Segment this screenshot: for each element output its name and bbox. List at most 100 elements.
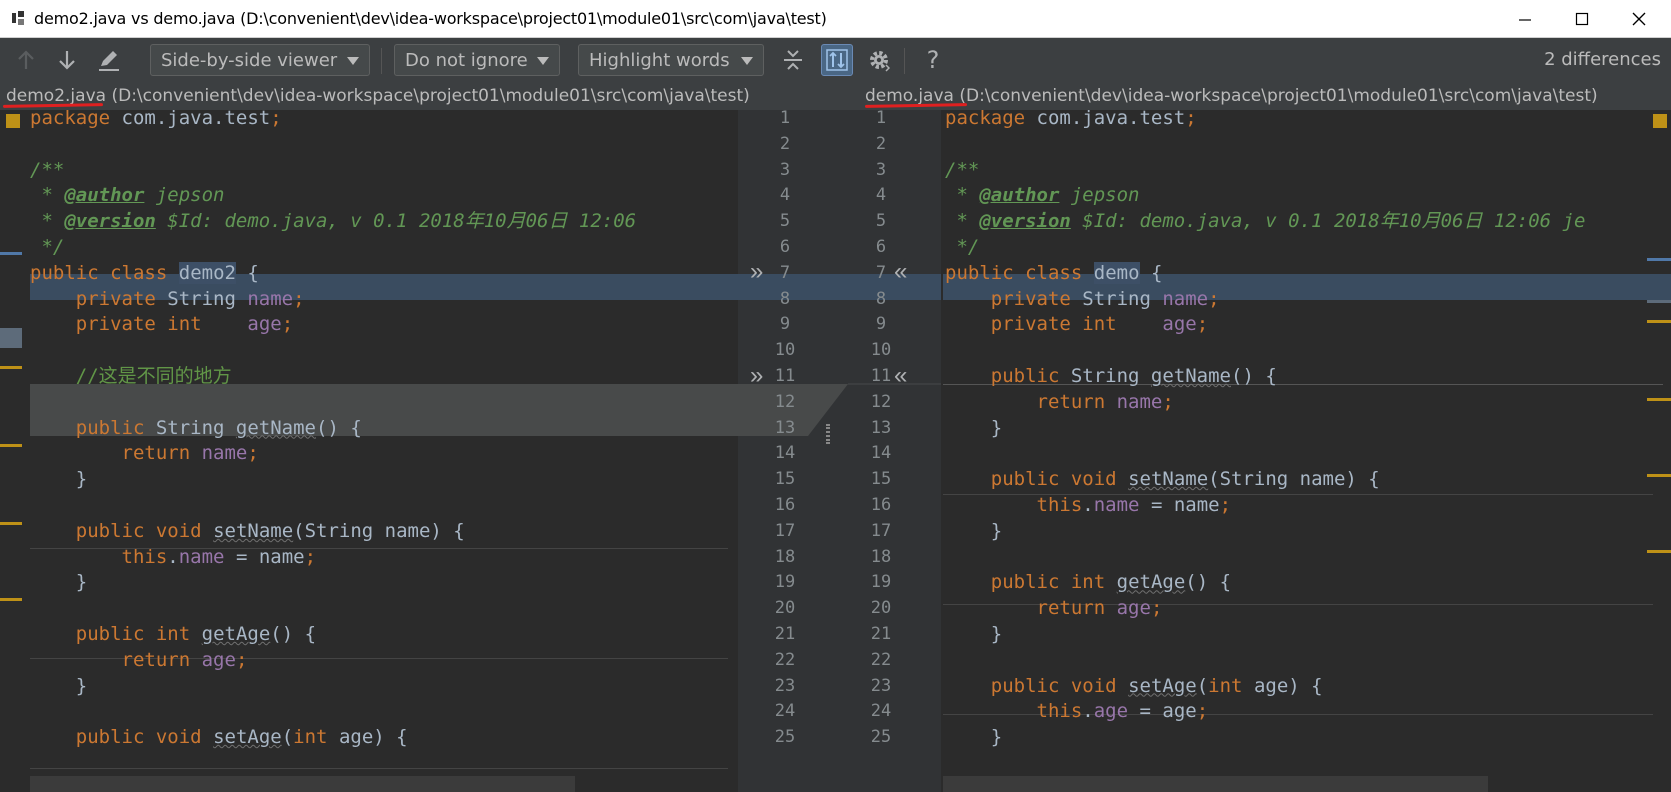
code-line[interactable]: } [30,569,87,595]
line-number: 11 [774,366,796,386]
line-number: 15 [870,469,892,490]
left-scroll-thumb[interactable] [0,328,22,348]
warning-marker[interactable] [1653,114,1667,128]
code-line[interactable]: } [945,621,1002,647]
code-line[interactable]: } [945,415,1002,441]
minimize-icon [1519,19,1531,21]
viewer-mode-label: Side-by-side viewer [161,49,338,71]
line-number: 8 [779,288,791,309]
code-line[interactable]: public class demo { [945,260,1162,286]
code-line[interactable]: public void setAge(int age) { [945,673,1323,699]
edit-source-button[interactable] [95,46,123,74]
window-title-bar[interactable]: demo2.java vs demo.java (D:\convenient\d… [0,0,1671,38]
splitter-handle[interactable] [826,424,830,444]
line-number: 14 [870,443,892,464]
code-line[interactable]: public void setAge(int age) { [30,724,408,750]
left-change-marker[interactable] [0,522,22,525]
code-line[interactable]: */ [30,234,64,260]
code-line[interactable]: return age; [945,595,1163,621]
left-change-marker[interactable] [0,598,22,601]
line-number: 23 [774,675,796,696]
code-line[interactable]: * @version $Id: demo.java, v 0.1 2018年10… [945,208,1585,234]
line-number: 5 [779,211,791,232]
left-change-marker[interactable] [0,252,22,255]
code-line[interactable]: public void setName(String name) { [945,466,1380,492]
highlight-mode-label: Highlight words [589,49,730,71]
line-number: 5 [875,211,887,232]
left-editor[interactable]: package com.java.test; /** * @author jeps… [0,110,738,792]
line-number: 17 [870,520,892,541]
apply-right-to-left-button[interactable]: « [894,258,907,286]
code-line[interactable]: private int age; [945,311,1208,337]
double-chevron-left-icon: « [894,258,908,285]
code-line[interactable]: * @author jepson [945,182,1139,208]
right-change-marker[interactable] [1647,258,1671,261]
code-line[interactable]: //这是不同的地方 [30,363,232,389]
line-number: 24 [870,701,892,722]
difference-count: 2 differences [1544,49,1661,70]
gear-icon [870,51,891,72]
code-line[interactable]: this.name = name; [945,492,1232,518]
code-line[interactable]: public String getName() { [945,363,1277,389]
settings-button[interactable] [865,46,893,74]
left-change-marker[interactable] [0,444,22,447]
apply-right-to-left-button[interactable]: « [894,362,907,390]
code-line[interactable]: this.age = age; [945,698,1209,724]
viewer-mode-dropdown[interactable]: Side-by-side viewer [150,44,370,76]
code-line[interactable]: public int getAge() { [30,621,316,647]
left-file-header: demo2.java (D:\convenient\dev\idea-works… [6,86,750,106]
code-line[interactable]: return age; [30,647,248,673]
warning-marker[interactable] [6,114,20,128]
previous-difference-button[interactable] [12,46,40,74]
apply-left-to-right-button[interactable]: » [750,362,763,390]
line-number: 15 [774,469,796,490]
code-line[interactable]: package com.java.test; [945,110,1197,131]
highlight-mode-dropdown[interactable]: Highlight words [578,44,764,76]
code-line[interactable]: public String getName() { [30,415,362,441]
line-number: 25 [774,727,796,748]
double-chevron-left-icon: « [894,362,908,389]
code-line[interactable]: } [30,466,87,492]
right-change-marker[interactable] [1647,550,1671,553]
code-line[interactable]: } [945,724,1002,750]
maximize-button[interactable] [1556,0,1608,38]
code-line[interactable]: private String name; [30,286,305,312]
collapse-unchanged-button[interactable] [779,46,807,74]
code-line[interactable]: public void setName(String name) { [30,518,465,544]
code-line[interactable]: package com.java.test; [30,110,282,131]
right-change-marker[interactable] [1647,474,1671,477]
code-line[interactable]: return name; [30,440,259,466]
close-icon [1632,12,1646,26]
line-number: 20 [774,598,796,619]
synchronize-scrolling-toggle[interactable] [821,44,853,76]
code-line[interactable]: public class demo2 { [30,260,259,286]
arrow-down-icon [59,51,75,70]
code-line[interactable]: * @author jepson [30,182,224,208]
code-line[interactable]: return name; [945,389,1174,415]
code-line[interactable]: } [945,518,1002,544]
code-line[interactable]: */ [945,234,979,260]
right-change-marker[interactable] [1647,300,1671,303]
help-button[interactable]: ? [919,46,947,74]
code-line[interactable]: public int getAge() { [945,569,1231,595]
code-line[interactable]: /** [945,157,979,183]
next-difference-button[interactable] [53,46,81,74]
right-change-marker[interactable] [1647,320,1671,323]
minimize-button[interactable] [1499,0,1551,38]
code-line[interactable]: * @version $Id: demo.java, v 0.1 2018年10… [30,208,636,234]
ignore-mode-label: Do not ignore [405,49,528,71]
line-number: 1 [875,108,887,128]
line-number: 19 [774,572,796,593]
code-line[interactable]: private int age; [30,311,293,337]
code-line[interactable]: private String name; [945,286,1220,312]
close-button[interactable] [1613,0,1665,38]
right-editor[interactable]: package com.java.test; /** * @author jeps… [941,110,1671,792]
apply-left-to-right-button[interactable]: » [750,258,763,286]
line-number: 25 [870,727,892,748]
code-line[interactable]: this.name = name; [30,544,317,570]
right-change-marker[interactable] [1647,398,1671,401]
ignore-mode-dropdown[interactable]: Do not ignore [394,44,560,76]
code-line[interactable]: } [30,673,87,699]
left-change-marker[interactable] [0,366,22,369]
code-line[interactable]: /** [30,157,64,183]
